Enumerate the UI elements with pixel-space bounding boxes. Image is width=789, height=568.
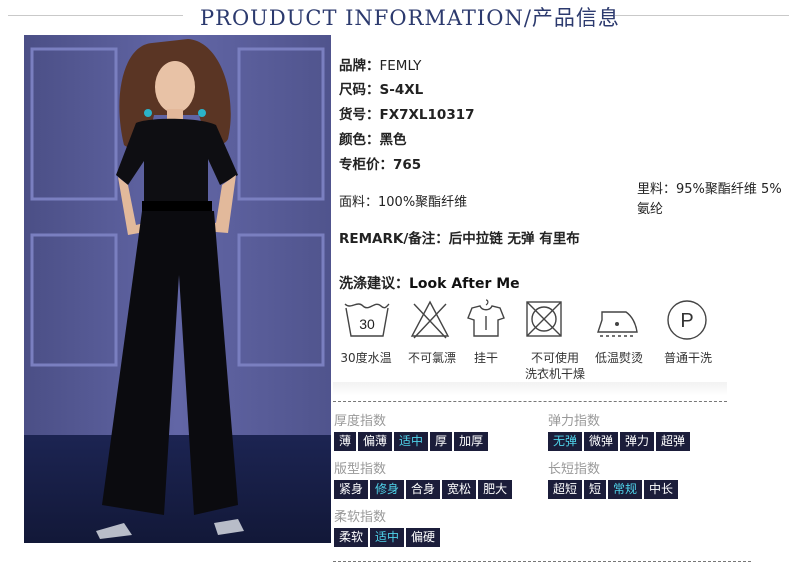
care-label-iron: 低温熨烫 xyxy=(594,351,643,365)
length-option-1: 短 xyxy=(584,480,607,499)
thickness-option-4: 加厚 xyxy=(454,432,489,451)
product-photo xyxy=(24,35,331,543)
elasticity-title: 弹力指数 xyxy=(548,414,601,429)
length-title: 长短指数 xyxy=(548,462,601,477)
size-label: 尺码： xyxy=(339,82,380,98)
care-label-tumble-line2: 洗衣机干燥 xyxy=(524,367,585,381)
elasticity-option-2: 弹力 xyxy=(620,432,655,451)
size-row: 尺码：S-4XL xyxy=(339,78,423,98)
dry-clean-icon: P xyxy=(667,300,707,340)
fit-option-3: 宽松 xyxy=(442,480,477,499)
header-rule-left xyxy=(8,15,183,16)
softness-scale: 柔软 适中 偏硬 xyxy=(334,528,441,547)
price-row: 专柜价：765 xyxy=(339,153,421,173)
brand-row: 品牌：FEMLY xyxy=(339,54,421,74)
divider-bottom xyxy=(333,561,751,562)
softness-option-2: 偏硬 xyxy=(406,528,441,547)
divider-top xyxy=(333,401,727,402)
softness-option-1: 适中 xyxy=(370,528,405,547)
color-value: 黑色 xyxy=(379,132,407,148)
length-option-3: 中长 xyxy=(644,480,679,499)
fabric-value: 100%聚酯纤维 xyxy=(378,195,468,210)
thickness-option-0: 薄 xyxy=(334,432,357,451)
fit-option-1: 修身 xyxy=(370,480,405,499)
wash-value: Look After Me xyxy=(409,276,520,292)
care-label-tumble: 不可使用 洗衣机干燥 xyxy=(515,350,595,382)
softness-title: 柔软指数 xyxy=(334,510,387,525)
lining-row: 里料：95%聚酯纤维 5%氨纶 xyxy=(637,180,789,220)
wash-30-icon: 30 xyxy=(344,303,390,337)
color-label: 颜色： xyxy=(339,132,380,148)
care-shadow xyxy=(333,382,727,396)
low-iron-icon xyxy=(597,311,638,337)
sku-label: 货号： xyxy=(339,107,380,123)
page-title: PROUDUCT INFORMATION/产品信息 xyxy=(200,6,620,30)
no-tumble-dry-icon xyxy=(526,301,562,337)
elasticity-option-1: 微弹 xyxy=(584,432,619,451)
sku-row: 货号：FX7XL10317 xyxy=(339,103,475,123)
wash-row: 洗涤建议：Look After Me xyxy=(339,273,520,293)
dry-clean-letter: P xyxy=(680,310,693,332)
remark-row: REMARK/备注：后中拉链 无弹 有里布 xyxy=(339,227,580,247)
no-bleach-icon xyxy=(410,300,450,339)
care-label-dryclean: 普通干洗 xyxy=(663,351,712,365)
length-option-2: 常规 xyxy=(608,480,643,499)
thickness-option-1: 偏薄 xyxy=(358,432,393,451)
fit-title: 版型指数 xyxy=(334,462,387,477)
length-scale: 超短短常规 中长 xyxy=(548,480,679,499)
thickness-option-3: 厚 xyxy=(430,432,453,451)
elasticity-option-3: 超弹 xyxy=(656,432,691,451)
care-label-hang: 挂干 xyxy=(473,351,498,365)
softness-option-0: 柔软 xyxy=(334,528,369,547)
care-label-tumble-line1: 不可使用 xyxy=(530,351,579,365)
length-option-0: 超短 xyxy=(548,480,583,499)
brand-value: FEMLY xyxy=(379,58,422,74)
elasticity-option-0: 无弹 xyxy=(548,432,583,451)
price-label: 专柜价： xyxy=(339,157,393,173)
brand-label: 品牌： xyxy=(339,58,380,74)
lining-label: 里料： xyxy=(637,182,677,197)
hang-dry-icon xyxy=(467,299,505,337)
thickness-scale: 薄偏薄 适中厚加厚 xyxy=(334,432,489,451)
remark-label: REMARK/备注： xyxy=(339,231,449,247)
fit-option-2: 合身 xyxy=(406,480,441,499)
wash-label: 洗涤建议： xyxy=(339,276,409,292)
care-label-bleach: 不可氯漂 xyxy=(407,351,456,365)
fit-option-0: 紧身 xyxy=(334,480,369,499)
remark-value: 后中拉链 无弹 有里布 xyxy=(448,231,580,247)
fabric-row: 面料：100%聚酯纤维 xyxy=(339,191,467,210)
thickness-option-2: 适中 xyxy=(394,432,429,451)
thickness-title: 厚度指数 xyxy=(334,414,387,429)
elasticity-scale: 无弹 微弹 弹力 超弹 xyxy=(548,432,691,451)
header-rule-right xyxy=(615,15,789,16)
fit-scale: 紧身 修身 合身 宽松 肥大 xyxy=(334,480,513,499)
size-value: S-4XL xyxy=(379,82,424,98)
color-row: 颜色：黑色 xyxy=(339,128,407,148)
sku-value: FX7XL10317 xyxy=(379,107,475,123)
wash-temp-number: 30 xyxy=(359,316,375,332)
fit-option-4: 肥大 xyxy=(478,480,513,499)
care-label-wash: 30度水温 xyxy=(340,351,392,365)
fabric-label: 面料： xyxy=(339,195,379,210)
price-value: 765 xyxy=(393,157,422,173)
